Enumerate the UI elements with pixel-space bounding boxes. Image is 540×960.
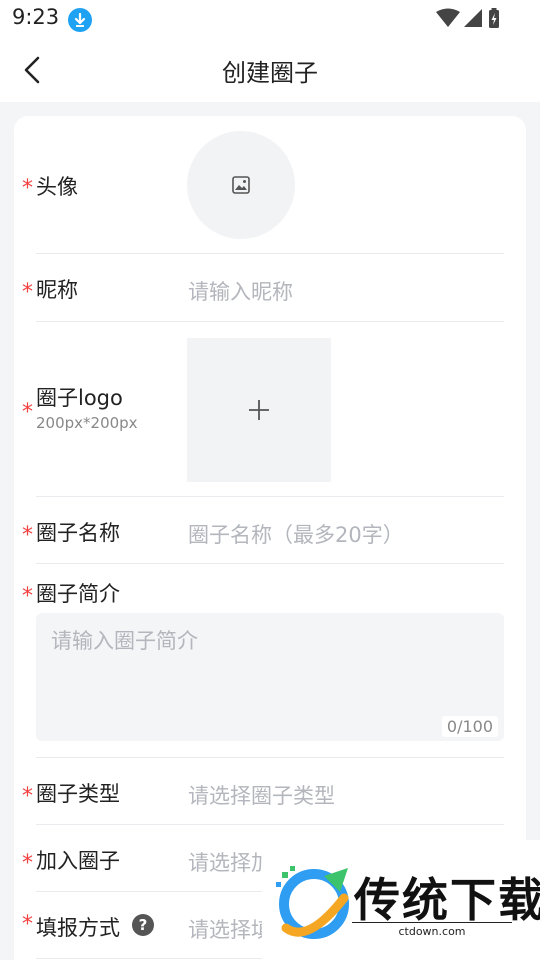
required-star: * — [22, 280, 33, 305]
report-select[interactable]: 请选择填 — [188, 914, 272, 944]
watermark: 传统下载 ctdown.com — [262, 840, 540, 960]
name-row[interactable]: * 圈子名称 圈子名称（最多20字） — [22, 497, 504, 564]
join-select[interactable]: 请选择加 — [188, 847, 272, 877]
logo-row: * 圈子logo 200px*200px — [22, 322, 504, 497]
nickname-input[interactable]: 请输入昵称 — [188, 276, 293, 306]
intro-textarea[interactable]: 请输入圈子简介 0/100 — [36, 613, 504, 741]
watermark-brand: 传统下载 — [354, 873, 540, 927]
wifi-icon — [436, 8, 460, 27]
avatar-row: * 头像 — [22, 116, 504, 254]
logo-size-hint: 200px*200px — [36, 414, 138, 432]
create-circle-form: * 头像 * 昵称 请输入昵称 * 圈子logo 200px*200px * 圈… — [14, 116, 526, 960]
image-icon — [232, 176, 250, 194]
type-select[interactable]: 请选择圈子类型 — [188, 780, 335, 810]
required-star: * — [22, 400, 33, 425]
required-star: * — [22, 176, 33, 201]
page-title: 创建圈子 — [222, 59, 318, 87]
nav-bar: 创建圈子 — [0, 38, 540, 102]
status-time: 9:23 — [12, 5, 60, 29]
avatar-label: 头像 — [36, 175, 78, 199]
watermark-logo-icon — [276, 866, 349, 939]
nickname-row[interactable]: * 昵称 请输入昵称 — [22, 254, 504, 322]
report-label: 填报方式 — [36, 916, 120, 940]
required-star: * — [22, 523, 33, 548]
battery-icon — [489, 8, 499, 28]
type-label: 圈子类型 — [36, 782, 120, 806]
intro-char-counter: 0/100 — [441, 716, 498, 737]
plus-icon — [249, 400, 269, 420]
status-icons — [436, 7, 500, 35]
logo-label: 圈子logo — [36, 386, 123, 410]
nickname-label: 昵称 — [36, 278, 78, 302]
signal-icon — [464, 9, 482, 27]
download-icon — [68, 8, 92, 32]
logo-upload-button[interactable] — [187, 338, 331, 482]
join-label: 加入圈子 — [36, 849, 120, 873]
type-row[interactable]: * 圈子类型 请选择圈子类型 — [22, 758, 504, 825]
required-star: * — [22, 584, 33, 609]
status-bar: 9:23 — [0, 0, 540, 38]
question-icon[interactable]: ? — [132, 914, 154, 936]
intro-label: 圈子简介 — [36, 582, 120, 606]
name-input[interactable]: 圈子名称（最多20字） — [188, 519, 404, 549]
intro-placeholder: 请输入圈子简介 — [51, 629, 198, 653]
watermark-url: ctdown.com — [352, 922, 512, 938]
name-label: 圈子名称 — [36, 521, 120, 545]
required-star: * — [22, 912, 33, 937]
avatar-picker[interactable] — [187, 131, 295, 239]
required-star: * — [22, 784, 33, 809]
intro-row: * 圈子简介 请输入圈子简介 0/100 — [22, 564, 504, 758]
required-star: * — [22, 851, 33, 876]
